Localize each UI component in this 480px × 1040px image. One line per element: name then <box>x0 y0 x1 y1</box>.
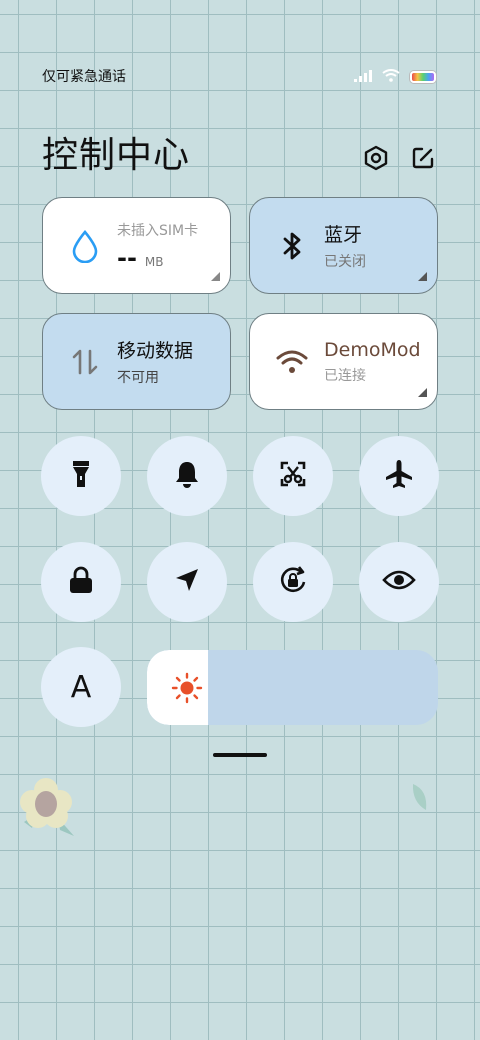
wifi-icon <box>382 67 400 86</box>
screenshot-button[interactable] <box>253 436 333 516</box>
brightness-slider[interactable] <box>147 650 438 725</box>
sim-status-label: 未插入SIM卡 <box>117 222 199 239</box>
font-size-label: A <box>70 669 92 705</box>
wallpaper-leaf <box>410 782 430 816</box>
data-usage-unit: MB <box>144 254 164 269</box>
bluetooth-title: 蓝牙 <box>324 224 363 246</box>
data-usage-value: -- <box>117 243 137 272</box>
flashlight-icon <box>69 459 93 493</box>
mobile-data-status: 不可用 <box>117 370 159 386</box>
rotation-lock-button[interactable] <box>253 542 333 622</box>
airplane-mode-button[interactable] <box>359 436 439 516</box>
bell-icon <box>173 459 201 493</box>
wifi-icon <box>272 342 312 382</box>
page-title: 控制中心 <box>42 135 191 176</box>
home-indicator[interactable] <box>213 753 267 757</box>
bluetooth-status: 已关闭 <box>324 254 366 270</box>
notification-bell-button[interactable] <box>147 436 227 516</box>
location-arrow-icon <box>173 566 201 598</box>
wifi-status: 已连接 <box>324 367 366 384</box>
settings-icon[interactable] <box>362 144 390 172</box>
sun-icon <box>171 672 203 704</box>
status-text: 仅可紧急通话 <box>42 69 126 85</box>
battery-icon <box>410 70 436 83</box>
location-button[interactable] <box>147 542 227 622</box>
screenshot-scissors-icon <box>278 459 308 493</box>
wallpaper-flower <box>18 770 78 844</box>
data-arrows-icon <box>65 342 105 382</box>
flashlight-button[interactable] <box>41 436 121 516</box>
water-drop-icon <box>65 226 105 266</box>
wifi-network-name: DemoMod <box>324 338 421 361</box>
mobile-data-title: 移动数据 <box>117 340 194 362</box>
signal-icon <box>354 67 372 86</box>
mobile-data-tile[interactable]: 移动数据 不可用 <box>42 313 231 410</box>
wifi-tile[interactable]: DemoMod 已连接 <box>249 313 438 410</box>
data-usage-tile[interactable]: 未插入SIM卡 -- MB <box>42 197 231 294</box>
expand-corner <box>211 272 220 281</box>
status-icons <box>354 67 436 86</box>
bluetooth-tile[interactable]: 蓝牙 已关闭 <box>249 197 438 294</box>
expand-corner <box>418 388 427 397</box>
reading-mode-button[interactable] <box>359 542 439 622</box>
font-size-button[interactable]: A <box>41 647 121 727</box>
eye-icon <box>382 568 416 596</box>
airplane-icon <box>383 458 415 494</box>
bluetooth-icon <box>272 226 312 266</box>
lock-screen-button[interactable] <box>41 542 121 622</box>
rotation-lock-icon <box>277 564 309 600</box>
edit-icon[interactable] <box>409 144 437 172</box>
expand-corner <box>418 272 427 281</box>
lock-icon <box>67 565 95 599</box>
